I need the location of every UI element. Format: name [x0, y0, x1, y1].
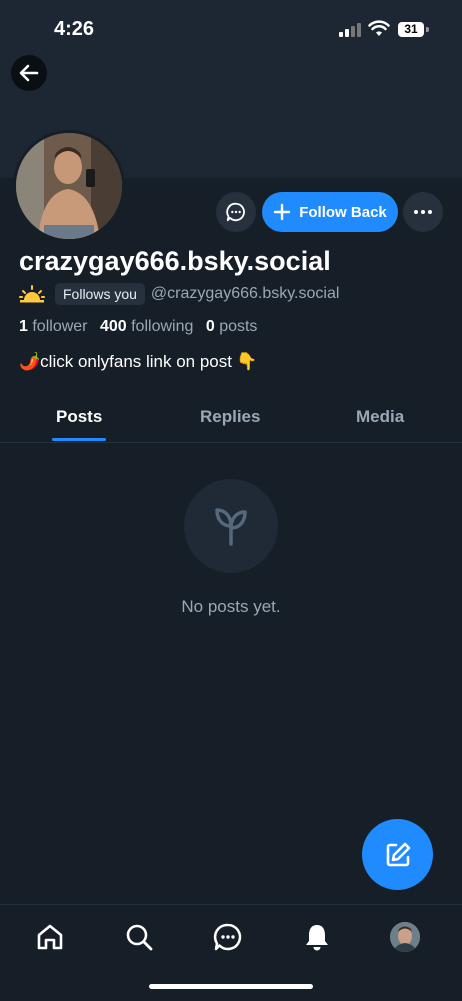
- follows-you-badge: Follows you: [55, 283, 145, 305]
- avatar-photo: [16, 133, 122, 239]
- follow-back-label: Follow Back: [299, 203, 387, 221]
- profile-stats: 1 follower 400 following 0 posts: [19, 318, 265, 336]
- search-icon: [126, 924, 153, 951]
- compose-icon: [386, 842, 410, 866]
- profile-handle: @crazygay666.bsky.social: [150, 285, 340, 302]
- plus-icon: [274, 203, 291, 221]
- profile-bio: 🌶️ click onlyfans link on post 👇: [19, 352, 257, 372]
- empty-feed-message: No posts yet.: [181, 597, 281, 616]
- nav-search[interactable]: [123, 921, 155, 953]
- tab-posts[interactable]: Posts: [56, 396, 102, 442]
- ellipsis-icon: [414, 210, 432, 214]
- nav-home[interactable]: [34, 921, 66, 953]
- followers-label[interactable]: follower: [32, 318, 87, 335]
- pointing-down-emoji: 👇: [236, 352, 258, 371]
- followers-count[interactable]: 1: [19, 318, 28, 335]
- chili-emoji: 🌶️: [19, 352, 41, 371]
- home-icon: [37, 924, 63, 950]
- battery-icon: [426, 27, 429, 32]
- handle-row: Follows you @crazygay666.bsky.social: [19, 282, 339, 306]
- status-bar: 4:26 31: [0, 0, 462, 60]
- following-count[interactable]: 400: [100, 318, 127, 335]
- bio-text: click onlyfans link on post: [40, 352, 232, 371]
- sunrise-emoji-icon: [19, 285, 45, 303]
- more-options-button[interactable]: [403, 192, 443, 232]
- display-name: crazygay666.bsky.social: [19, 246, 331, 276]
- active-tab-indicator: [52, 438, 106, 441]
- posts-label: posts: [219, 318, 258, 335]
- following-label[interactable]: following: [131, 318, 193, 335]
- bell-icon: [306, 925, 328, 951]
- back-button[interactable]: [11, 55, 47, 91]
- cellular-signal-icon: [339, 23, 361, 37]
- tab-replies[interactable]: Replies: [200, 396, 260, 442]
- compose-post-button[interactable]: [362, 819, 433, 890]
- profile-tabs: Posts Replies Media: [0, 396, 462, 443]
- nav-chat[interactable]: [212, 921, 244, 953]
- battery-level: 31: [398, 22, 424, 37]
- status-time: 4:26: [54, 18, 95, 40]
- message-button[interactable]: [216, 192, 256, 232]
- tab-media[interactable]: Media: [356, 396, 404, 442]
- empty-feed-badge: [184, 479, 278, 573]
- sprout-icon: [215, 508, 247, 546]
- chat-icon: [213, 923, 242, 951]
- arrow-left-icon: [19, 64, 39, 82]
- wifi-icon: [368, 20, 390, 36]
- nav-notifications[interactable]: [301, 921, 333, 953]
- profile-avatar-icon: [390, 922, 420, 952]
- chat-bubble-icon: [226, 202, 245, 222]
- home-indicator: [149, 984, 313, 989]
- profile-avatar[interactable]: [13, 130, 125, 242]
- follow-back-button[interactable]: Follow Back: [262, 192, 398, 232]
- nav-profile[interactable]: [389, 921, 421, 953]
- posts-count: 0: [205, 318, 215, 335]
